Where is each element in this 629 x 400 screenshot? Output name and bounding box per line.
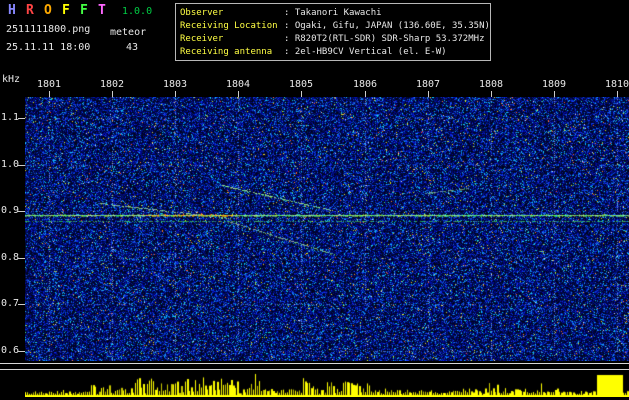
time-axis-label: 1801 — [36, 79, 62, 90]
separator-line-lower — [0, 369, 629, 370]
time-axis-label: 1802 — [99, 79, 125, 90]
info-row-value: : Ogaki, Gifu, JAPAN (136.60E, 35.35N) — [284, 21, 490, 31]
info-row: Observer : Takanori Kawachi — [180, 7, 490, 20]
app-title-letter: F — [62, 3, 70, 18]
app-title-letter: O — [44, 3, 52, 18]
time-axis-label: 1809 — [541, 79, 567, 90]
info-row: Receiving Location : Ogaki, Gifu, JAPAN (… — [180, 20, 490, 33]
echo-count: 43 — [126, 42, 139, 53]
freq-axis-label: 0.9 — [1, 205, 20, 216]
mode-label: meteor — [110, 27, 147, 38]
freq-axis-tick — [18, 118, 25, 119]
time-axis-label: 1803 — [162, 79, 188, 90]
freq-axis-label: 0.6 — [1, 345, 20, 356]
app-title-letter: T — [98, 3, 106, 18]
info-row: Receiving antenna : 2el-HB9CV Vertical (e… — [180, 46, 490, 59]
info-row-value: : Takanori Kawachi — [284, 8, 382, 18]
freq-axis-tick — [18, 211, 25, 212]
app-title-letter: H — [8, 3, 16, 18]
info-row-label: Receiving antenna — [180, 47, 273, 57]
app-version: 1.0.0 — [122, 6, 153, 17]
app-title-letter: R — [26, 3, 34, 18]
freq-axis-tick — [18, 258, 25, 259]
hrofft-window: HROFFT 1.0.0 2511111800.png meteor 25.11… — [0, 0, 629, 400]
info-row-value: : 2el-HB9CV Vertical (el. E-W) — [284, 47, 447, 57]
freq-axis-label: 0.8 — [1, 252, 20, 263]
time-axis-label: 1805 — [288, 79, 314, 90]
freq-axis-label: 1.0 — [1, 159, 20, 170]
time-axis-label: 1810 — [604, 79, 629, 90]
info-panel: Observer : Takanori Kawachi Receiving Loca… — [175, 3, 491, 61]
freq-axis-tick — [18, 304, 25, 305]
separator-line-upper — [0, 363, 629, 364]
spectrogram-canvas — [25, 97, 629, 361]
freq-axis-label: 1.1 — [1, 112, 20, 123]
info-row-label: Observer — [180, 8, 224, 18]
freq-axis-label: 0.7 — [1, 298, 20, 309]
freq-axis-tick — [18, 351, 25, 352]
info-row-value: : R820T2(RTL-SDR) SDR-Sharp 53.372MHz — [284, 34, 485, 44]
time-axis-label: 1806 — [352, 79, 378, 90]
app-title-letter: F — [80, 3, 88, 18]
time-axis-label: 1804 — [225, 79, 251, 90]
time-axis-label: 1807 — [415, 79, 441, 90]
observation-datetime: 25.11.11 18:00 — [6, 42, 91, 53]
info-row-label: Receiver — [180, 34, 224, 44]
info-row-label: Receiving Location — [180, 21, 278, 31]
output-filename: 2511111800.png — [6, 24, 91, 35]
time-axis-label: 1808 — [478, 79, 504, 90]
frequency-unit-label: kHz — [2, 74, 21, 85]
info-row: Receiver : R820T2(RTL-SDR) SDR-Sharp 53.3… — [180, 33, 490, 46]
freq-axis-tick — [18, 165, 25, 166]
signal-level-canvas — [25, 371, 629, 397]
app-title: HROFFT — [8, 3, 116, 18]
